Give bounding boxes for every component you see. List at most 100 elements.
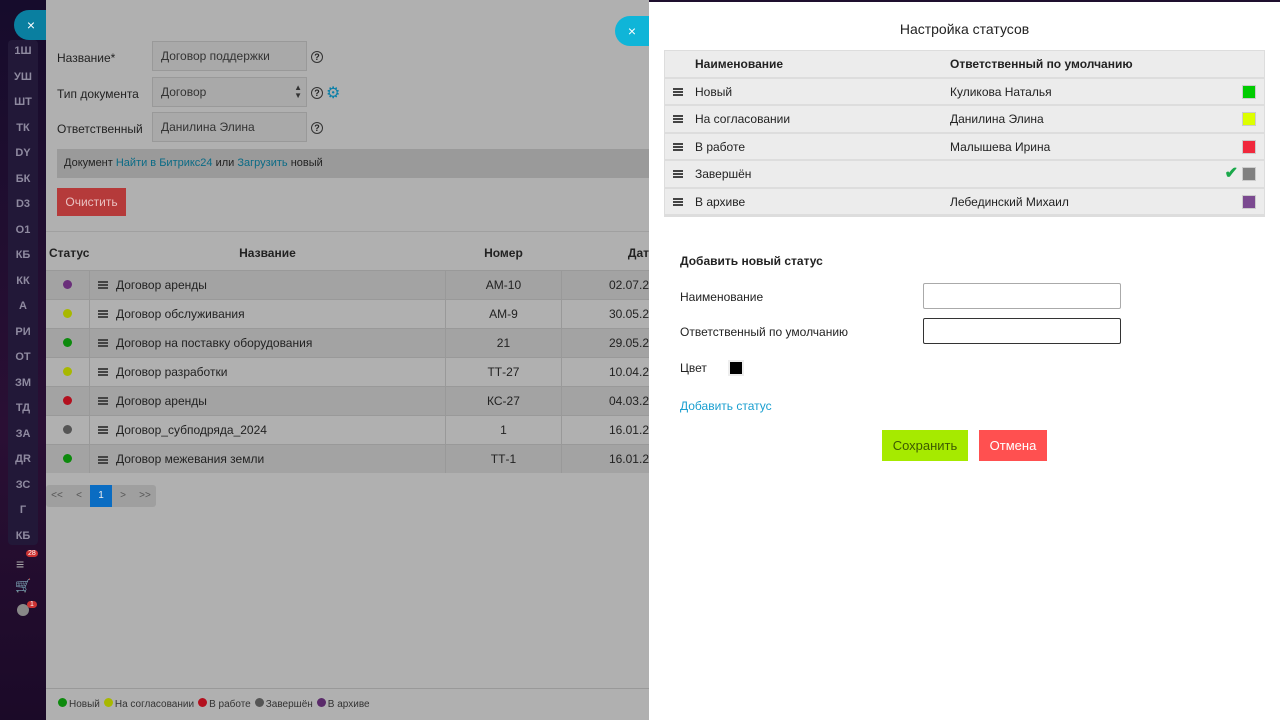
page-1-button[interactable]: 1 <box>90 485 112 507</box>
sidebar-item[interactable]: 1Ш <box>8 40 38 62</box>
sidebar-item[interactable]: УШ <box>8 66 38 88</box>
status-row[interactable]: В работе Малышева Ирина <box>665 133 1264 161</box>
drag-handle-icon[interactable] <box>97 455 108 464</box>
status-color-swatch[interactable] <box>1242 194 1256 209</box>
sidebar-item[interactable]: ЗА <box>8 423 38 445</box>
doc-or: или <box>215 157 235 169</box>
drag-handle-icon[interactable] <box>673 197 683 206</box>
drag-handle-icon[interactable] <box>673 170 683 178</box>
drag-handle-icon[interactable] <box>97 339 108 348</box>
sidebar-item[interactable]: ТК <box>8 117 38 139</box>
status-dot <box>62 308 72 318</box>
status-table: Наименование Ответственный по умолчанию … <box>664 50 1265 217</box>
status-responsible: Куликова Наталья <box>950 84 1052 99</box>
help-icon[interactable]: ? <box>311 122 323 134</box>
table-row[interactable]: Договор на поставку оборудования 21 29.0… <box>46 327 649 357</box>
new-status-responsible-input[interactable] <box>923 318 1121 344</box>
help-icon[interactable]: ? <box>311 87 323 99</box>
close-modal-button[interactable]: × <box>615 16 649 46</box>
name-cell[interactable]: Договор межевания земли <box>89 443 446 473</box>
name-cell[interactable]: Договор на поставку оборудования <box>89 327 446 357</box>
col-number[interactable]: Номер <box>445 237 561 270</box>
drag-handle-icon[interactable] <box>673 115 683 123</box>
first-page-button[interactable]: << <box>46 485 68 507</box>
close-outer-panel-button[interactable]: × <box>14 10 48 40</box>
responsible-input[interactable]: Данилина Элина <box>152 112 307 142</box>
sidebar-item[interactable]: O1 <box>8 219 38 241</box>
name-cell[interactable]: Договор аренды <box>89 269 446 299</box>
next-page-button[interactable]: > <box>112 485 134 507</box>
status-color-swatch[interactable] <box>1242 84 1256 99</box>
settings-gear-icon[interactable]: ⚙ <box>326 83 340 103</box>
status-color-swatch[interactable] <box>1242 167 1256 181</box>
filter-icon[interactable]: ≡ <box>16 556 24 572</box>
sidebar-item[interactable]: КК <box>8 270 38 292</box>
sidebar-item[interactable]: ДR <box>8 448 38 470</box>
table-row[interactable]: Договор межевания земли ТТ-1 16.01.2 <box>46 443 649 473</box>
type-label: Тип документа <box>57 87 139 101</box>
status-name: На согласовании <box>695 112 791 126</box>
legend-label: Завершён <box>265 699 313 710</box>
col-name[interactable]: Название <box>89 237 445 270</box>
name-cell[interactable]: Договор_субподряда_2024 <box>89 414 446 444</box>
date-cell: 16.01.2 <box>561 414 649 444</box>
prev-page-button[interactable]: < <box>68 485 90 507</box>
upload-link[interactable]: Загрузить <box>237 157 287 169</box>
sidebar-item[interactable]: D3 <box>8 193 38 215</box>
clear-button[interactable]: Очистить <box>57 188 126 216</box>
table-row[interactable]: Договор аренды КС-27 04.03.2 <box>46 385 649 415</box>
doc-prefix: Документ <box>64 157 113 169</box>
table-row[interactable]: Договор аренды АМ-10 02.07.2 <box>46 269 649 299</box>
status-name: В архиве <box>695 194 746 209</box>
legend-label: В работе <box>209 699 251 710</box>
sidebar-item[interactable]: БК <box>8 168 38 190</box>
col-status[interactable]: Статус <box>46 237 89 270</box>
status-row[interactable]: Завершён ✔ <box>665 161 1264 189</box>
drag-handle-icon[interactable] <box>673 87 683 96</box>
sidebar-item[interactable]: ШТ <box>8 91 38 113</box>
sidebar-item[interactable]: КБ <box>8 244 38 266</box>
save-button[interactable]: Сохранить <box>882 430 968 461</box>
cart-icon[interactable]: 🛒 <box>15 578 31 594</box>
status-name: Новый <box>695 84 733 99</box>
name-cell[interactable]: Договор разработки <box>89 356 446 386</box>
drag-handle-icon[interactable] <box>97 368 108 377</box>
new-status-name-input[interactable] <box>923 283 1121 309</box>
status-dot <box>62 395 72 405</box>
status-row[interactable]: На согласовании Данилина Элина <box>665 106 1264 134</box>
type-select[interactable]: Договор ▲ ▼ <box>152 77 307 107</box>
sidebar-item[interactable]: ЗМ <box>8 372 38 394</box>
sidebar-item[interactable]: Г <box>8 499 38 521</box>
sidebar-item[interactable]: А <box>8 295 38 317</box>
status-row[interactable]: В архиве Лебединский Михаил <box>665 188 1264 216</box>
name-cell[interactable]: Договор аренды <box>89 385 446 415</box>
sidebar-item[interactable]: ОТ <box>8 346 38 368</box>
sidebar-item[interactable]: ЗС <box>8 474 38 496</box>
status-color-swatch[interactable] <box>1242 139 1256 154</box>
name-input[interactable]: Договор поддержки <box>152 41 307 71</box>
sidebar-item[interactable]: DY <box>8 142 38 164</box>
add-status-link[interactable]: Добавить статус <box>680 399 772 413</box>
col-date[interactable]: Дат <box>561 237 649 270</box>
default-check-icon: ✔ <box>1224 165 1238 182</box>
sidebar-item[interactable]: ТД <box>8 397 38 419</box>
cancel-button[interactable]: Отмена <box>979 430 1047 461</box>
last-page-button[interactable]: >> <box>134 485 156 507</box>
sidebar-item[interactable]: КБ <box>8 525 38 547</box>
status-row[interactable]: Новый Куликова Наталья <box>665 78 1264 106</box>
status-name: В работе <box>695 139 746 154</box>
drag-handle-icon[interactable] <box>97 397 108 406</box>
help-icon[interactable]: ? <box>311 51 323 63</box>
drag-handle-icon[interactable] <box>97 310 108 319</box>
table-row[interactable]: Договор обслуживания АМ-9 30.05.2 <box>46 298 649 328</box>
sidebar-item[interactable]: РИ <box>8 321 38 343</box>
table-row[interactable]: Договор_субподряда_2024 1 16.01.2 <box>46 414 649 444</box>
drag-handle-icon[interactable] <box>97 281 108 290</box>
find-in-bitrix-link[interactable]: Найти в Битрикс24 <box>116 157 213 169</box>
name-cell[interactable]: Договор обслуживания <box>89 298 446 328</box>
color-picker[interactable] <box>728 360 744 376</box>
drag-handle-icon[interactable] <box>673 142 683 151</box>
status-color-swatch[interactable] <box>1242 112 1256 126</box>
drag-handle-icon[interactable] <box>97 426 108 435</box>
table-row[interactable]: Договор разработки ТТ-27 10.04.2 <box>46 356 649 386</box>
